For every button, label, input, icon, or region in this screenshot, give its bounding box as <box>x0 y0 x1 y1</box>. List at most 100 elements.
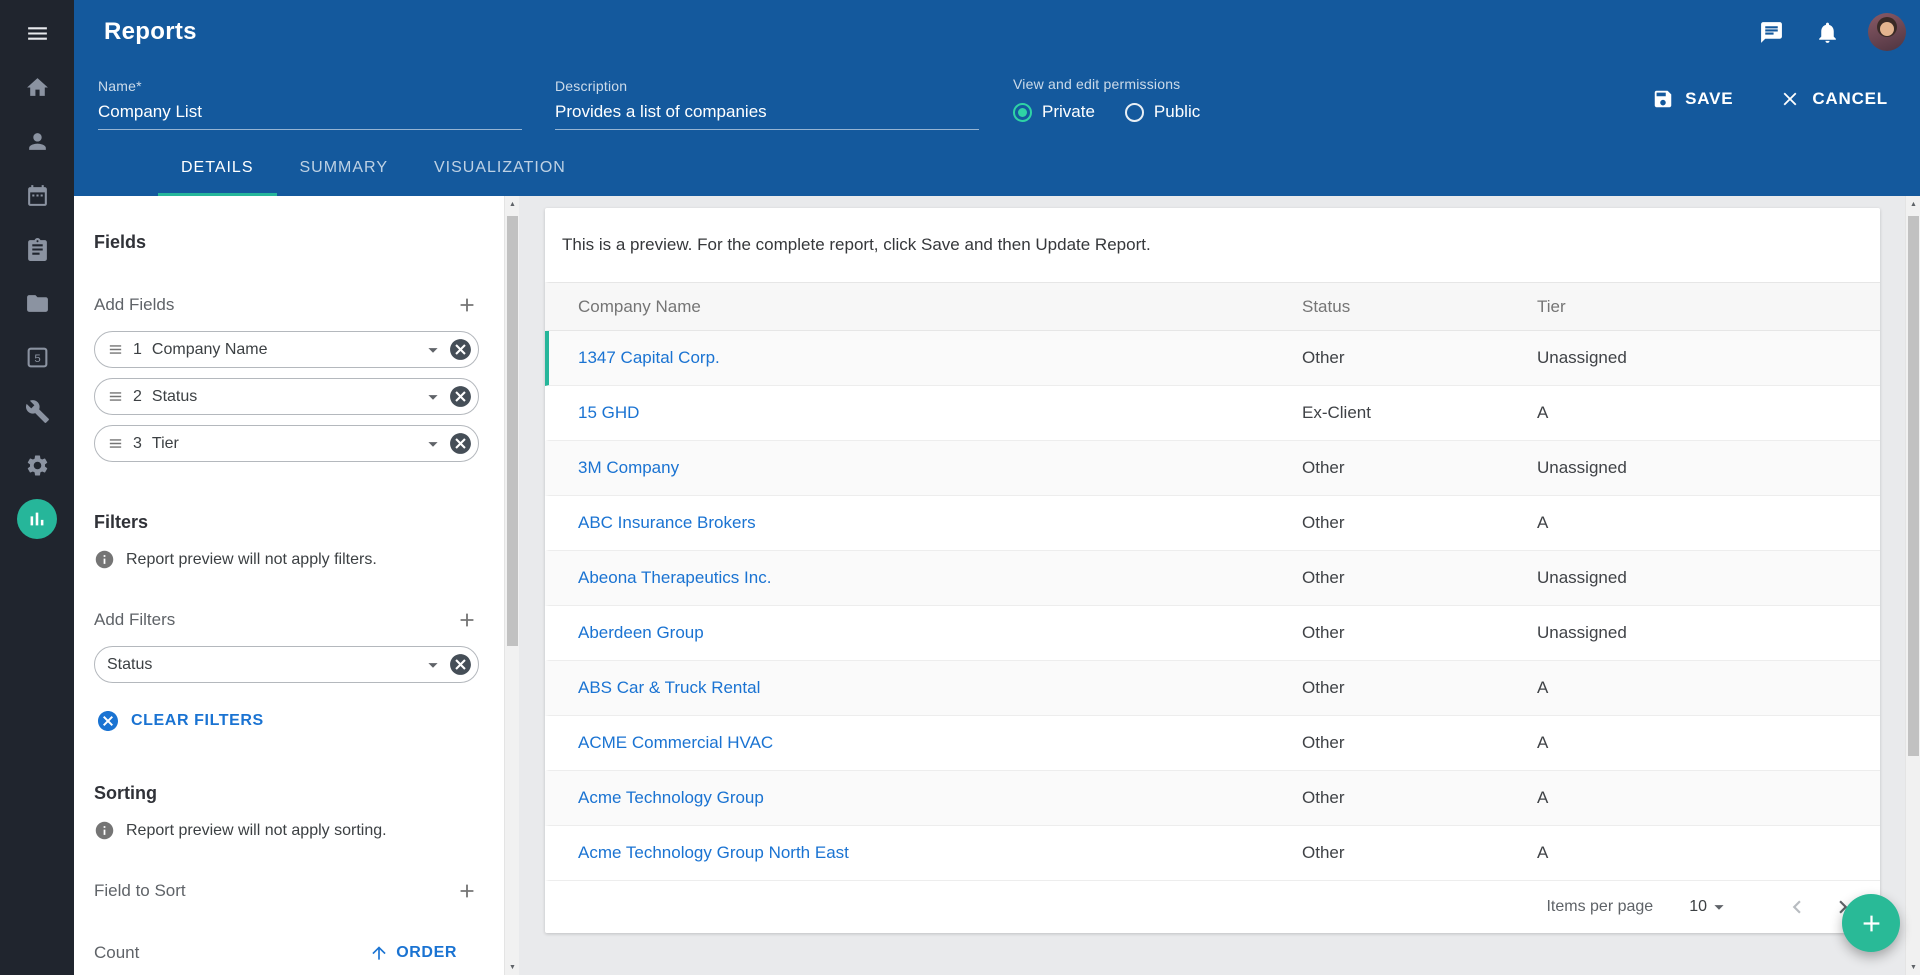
content-area: Fields Add Fields 1 Company Name <box>74 196 1920 975</box>
tab[interactable]: SUMMARY <box>277 140 412 196</box>
contacts-icon[interactable] <box>10 114 64 168</box>
company-link[interactable]: ABS Car & Truck Rental <box>578 678 760 697</box>
status-cell: Other <box>1302 513 1537 533</box>
field-chip[interactable]: 1 Company Name <box>94 331 479 368</box>
scroll-up-arrow[interactable]: ▲ <box>1906 196 1920 212</box>
table-body: 1347 Capital Corp. Other Unassigned 15 G… <box>545 331 1880 881</box>
field-chips: 1 Company Name 2 <box>94 331 479 462</box>
filters-note-row: Report preview will not apply filters. <box>94 549 479 570</box>
count-row: Count ORDER <box>94 943 479 963</box>
column-header-status[interactable]: Status <box>1302 297 1537 317</box>
settings-icon[interactable] <box>10 438 64 492</box>
company-link[interactable]: Aberdeen Group <box>578 623 704 642</box>
form-actions: SAVE CANCEL <box>1652 88 1888 110</box>
table-row: 15 GHD Ex-Client A <box>545 386 1880 441</box>
company-link[interactable]: ACME Commercial HVAC <box>578 733 773 752</box>
table-row: 1347 Capital Corp. Other Unassigned <box>545 331 1880 386</box>
radio-label: Public <box>1154 102 1200 122</box>
company-link[interactable]: ABC Insurance Brokers <box>578 513 756 532</box>
cancel-button[interactable]: CANCEL <box>1779 88 1888 110</box>
table-row: 3M Company Other Unassigned <box>545 441 1880 496</box>
reports-active-circle <box>17 499 57 539</box>
chat-icon[interactable] <box>1756 17 1786 47</box>
name-input[interactable] <box>98 98 522 130</box>
plus-icon <box>456 294 478 316</box>
scroll-up-arrow[interactable]: ▲ <box>505 196 520 212</box>
filters-note: Report preview will not apply filters. <box>126 551 377 569</box>
chevron-down-icon[interactable] <box>422 654 444 676</box>
scroll-down-arrow[interactable]: ▼ <box>1906 959 1920 975</box>
tools-icon[interactable] <box>10 384 64 438</box>
sorting-heading: Sorting <box>94 783 479 804</box>
header-block: Reports Name* Description View <box>74 0 1920 196</box>
avatar[interactable] <box>1868 13 1906 51</box>
chevron-down-icon[interactable] <box>422 433 444 455</box>
field-chip[interactable]: 3 Tier <box>94 425 479 462</box>
home-icon[interactable] <box>10 60 64 114</box>
main-scrollbar[interactable]: ▲ ▼ <box>1905 196 1920 975</box>
permission-radio[interactable]: Public <box>1125 102 1200 122</box>
tab[interactable]: VISUALIZATION <box>411 140 589 196</box>
remove-chip-icon[interactable] <box>448 652 473 677</box>
company-link[interactable]: Abeona Therapeutics Inc. <box>578 568 771 587</box>
table-header: Company Name Status Tier <box>545 282 1880 331</box>
add-sort-field-button[interactable] <box>455 879 479 903</box>
filter-chip[interactable]: Status <box>94 646 479 683</box>
app-window: 5 Reports <box>0 0 1920 975</box>
notifications-icon[interactable] <box>1812 17 1842 47</box>
table-row: ACME Commercial HVAC Other A <box>545 716 1880 771</box>
folder-icon[interactable] <box>10 276 64 330</box>
previous-page-button[interactable] <box>1782 892 1812 922</box>
description-field-group: Description <box>555 78 979 130</box>
scroll-down-arrow[interactable]: ▼ <box>505 959 520 975</box>
forms-icon[interactable]: 5 <box>10 330 64 384</box>
remove-chip-icon[interactable] <box>448 431 473 456</box>
calendar-icon[interactable] <box>10 168 64 222</box>
description-label: Description <box>555 78 979 94</box>
chevron-left-icon <box>1784 894 1810 920</box>
remove-chip-icon[interactable] <box>448 384 473 409</box>
menu-icon[interactable] <box>10 6 64 60</box>
scrollbar-thumb[interactable] <box>1908 216 1919 756</box>
company-link[interactable]: Acme Technology Group North East <box>578 843 849 862</box>
status-cell: Ex-Client <box>1302 403 1537 423</box>
clear-filters-button[interactable]: CLEAR FILTERS <box>96 709 264 733</box>
reports-icon[interactable] <box>10 492 64 546</box>
left-panel-scrollbar[interactable]: ▲ ▼ <box>504 196 519 975</box>
save-button[interactable]: SAVE <box>1652 88 1733 110</box>
tab-bar: DETAILS SUMMARY VISUALIZATION <box>158 140 589 196</box>
tier-cell: A <box>1537 678 1880 698</box>
field-chip[interactable]: 2 Status <box>94 378 479 415</box>
add-field-button[interactable] <box>455 293 479 317</box>
permissions-group: View and edit permissions Private Public <box>1013 76 1200 122</box>
company-link[interactable]: Acme Technology Group <box>578 788 764 807</box>
add-record-fab[interactable] <box>1842 894 1900 952</box>
add-fields-label: Add Fields <box>94 295 174 315</box>
remove-chip-icon[interactable] <box>448 337 473 362</box>
company-link[interactable]: 3M Company <box>578 458 679 477</box>
table-row: Abeona Therapeutics Inc. Other Unassigne… <box>545 551 1880 606</box>
chevron-down-icon[interactable] <box>422 386 444 408</box>
cancel-circle-icon <box>96 709 120 733</box>
permission-radio[interactable]: Private <box>1013 102 1095 122</box>
tier-cell: Unassigned <box>1537 458 1880 478</box>
tab[interactable]: DETAILS <box>158 140 277 196</box>
drag-handle-icon[interactable] <box>107 341 124 358</box>
drag-handle-icon[interactable] <box>107 435 124 452</box>
tier-cell: A <box>1537 843 1880 863</box>
column-header-tier[interactable]: Tier <box>1537 297 1880 317</box>
items-per-page-select[interactable]: 10 <box>1689 896 1730 918</box>
company-link[interactable]: 15 GHD <box>578 403 639 422</box>
chevron-down-icon <box>1708 896 1730 918</box>
tier-cell: Unassigned <box>1537 623 1880 643</box>
add-filter-button[interactable] <box>455 608 479 632</box>
status-cell: Other <box>1302 623 1537 643</box>
tasks-icon[interactable] <box>10 222 64 276</box>
order-button[interactable]: ORDER <box>369 943 457 963</box>
drag-handle-icon[interactable] <box>107 388 124 405</box>
chevron-down-icon[interactable] <box>422 339 444 361</box>
description-input[interactable] <box>555 98 979 130</box>
column-header-company[interactable]: Company Name <box>549 297 1302 317</box>
scrollbar-thumb[interactable] <box>507 216 518 646</box>
company-link[interactable]: 1347 Capital Corp. <box>578 348 720 367</box>
